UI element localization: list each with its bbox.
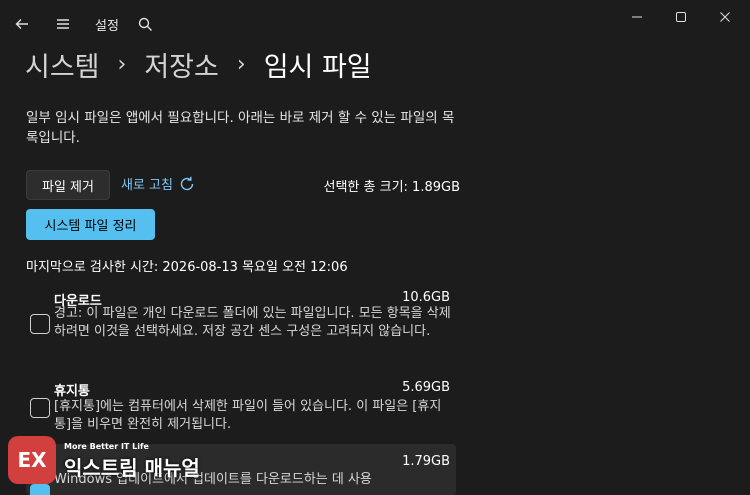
chevron-right-icon: ›	[236, 51, 246, 77]
breadcrumb: 시스템 › 저장소 › 임시 파일	[25, 44, 372, 84]
maximize-icon	[676, 12, 686, 22]
refresh-icon	[180, 176, 194, 190]
selected-total-size: 선택한 총 크기: 1.89GB	[323, 180, 460, 195]
cleanup-system-files-button[interactable]: 시스템 파일 정리	[26, 209, 155, 240]
watermark-tagline: More Better IT Life	[64, 442, 149, 451]
minimize-button[interactable]	[617, 4, 657, 30]
page-description: 일부 임시 파일은 앱에서 필요합니다. 아래는 바로 제거 할 수 있는 파일…	[26, 110, 455, 146]
watermark-name: 익스트림 매뉴얼	[64, 456, 200, 480]
chevron-right-icon: ›	[117, 51, 127, 77]
close-button[interactable]	[705, 4, 745, 30]
remove-files-button[interactable]: 파일 제거	[26, 170, 110, 200]
back-arrow-icon[interactable]	[10, 12, 34, 36]
page-title: 임시 파일	[263, 51, 372, 83]
maximize-button[interactable]	[661, 4, 701, 30]
item-size: 1.79GB	[402, 454, 450, 469]
item-checkbox[interactable]	[30, 314, 50, 334]
item-title: 휴지통	[54, 384, 90, 399]
refresh-label: 새로 고침	[121, 178, 173, 193]
refresh-link[interactable]: 새로 고침	[121, 174, 196, 193]
breadcrumb-item-storage[interactable]: 저장소	[144, 45, 219, 84]
hamburger-menu-icon[interactable]	[51, 12, 75, 36]
title-bar: 설정	[0, 0, 750, 46]
app-title: 설정	[95, 19, 119, 34]
search-icon[interactable]	[133, 12, 157, 36]
item-description: [휴지통]에는 컴퓨터에서 삭제한 파일이 들어 있습니다. 이 파일은 [휴지…	[54, 399, 442, 432]
breadcrumb-item-system[interactable]: 시스템	[25, 45, 100, 84]
item-checkbox[interactable]	[30, 398, 50, 418]
minimize-icon	[632, 16, 642, 18]
item-size: 10.6GB	[402, 290, 450, 305]
watermark: EX More Better IT Life 익스트림 매뉴얼	[8, 436, 210, 486]
last-scan-time: 마지막으로 검사한 시간: 2026-08-13 목요일 오전 12:06	[26, 260, 348, 275]
item-size: 5.69GB	[402, 380, 450, 395]
item-description: 경고: 이 파일은 개인 다운로드 폴더에 있는 파일입니다. 모든 항목을 삭…	[54, 306, 451, 339]
watermark-logo: EX	[8, 436, 56, 484]
close-icon	[720, 12, 730, 22]
